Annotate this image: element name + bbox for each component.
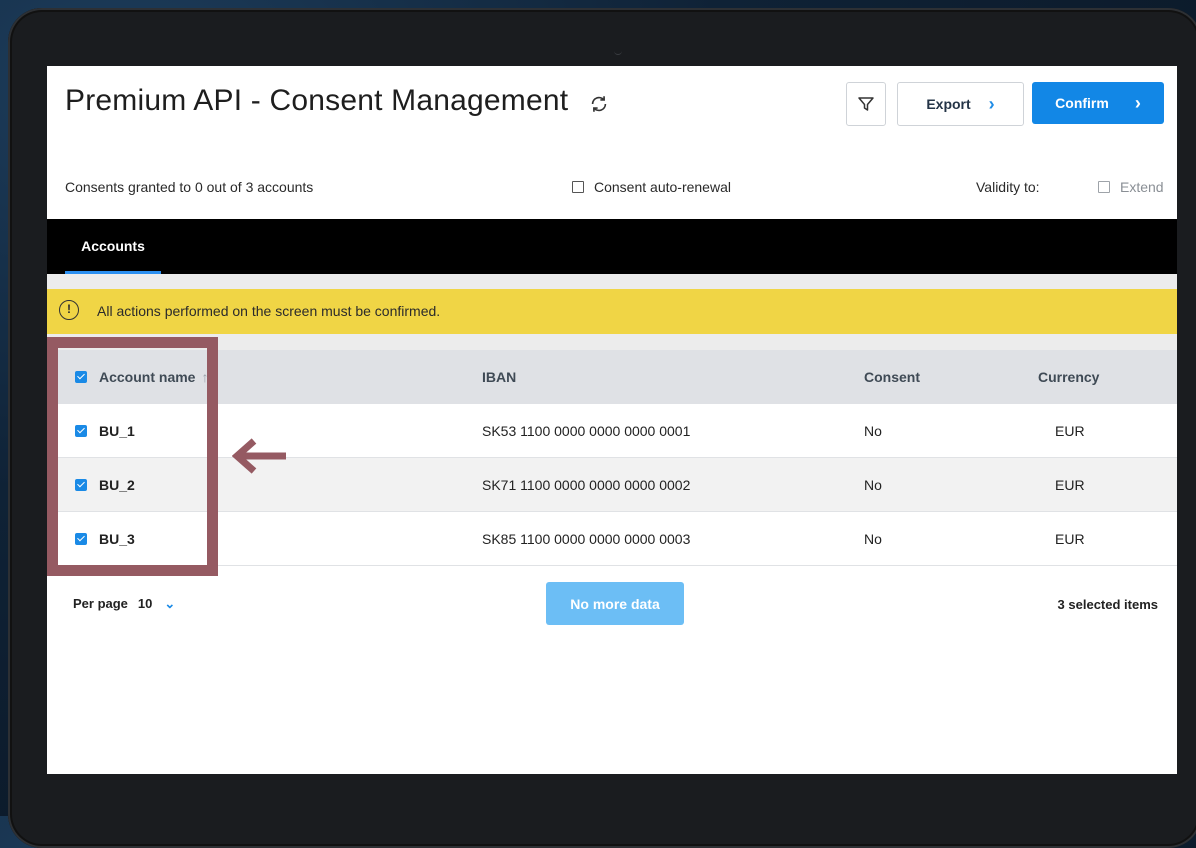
chevron-right-icon: › <box>1134 92 1141 113</box>
filter-button[interactable] <box>846 82 886 126</box>
extend-label: Extend <box>1120 179 1164 195</box>
per-page-value: 10 <box>137 596 153 611</box>
iban-cell: SK71 1100 0000 0000 0000 0002 <box>482 476 691 493</box>
annotation-highlight-box <box>47 337 218 576</box>
per-page-selector[interactable]: Per page 10 ⌄ <box>73 596 175 612</box>
refresh-icon[interactable] <box>588 93 610 115</box>
divider <box>47 274 1177 289</box>
tab-bar: Accounts <box>47 219 1177 274</box>
notice-banner: ! All actions performed on the screen mu… <box>47 289 1177 334</box>
validity-label: Validity to: <box>976 179 1040 195</box>
checkbox-icon[interactable] <box>572 181 584 194</box>
per-page-label: Per page <box>73 596 128 611</box>
alert-icon: ! <box>59 300 79 320</box>
arrow-left-icon <box>232 438 286 474</box>
consent-cell: No <box>864 422 882 439</box>
iban-cell: SK85 1100 0000 0000 0000 0003 <box>482 530 691 547</box>
page-title: Premium API - Consent Management <box>65 84 569 117</box>
iban-cell: SK53 1100 0000 0000 0000 0001 <box>482 422 691 439</box>
currency-cell: EUR <box>1055 530 1085 547</box>
consents-summary: Consents granted to 0 out of 3 accounts <box>65 179 314 195</box>
column-header-consent[interactable]: Consent <box>864 350 920 404</box>
confirm-button[interactable]: Confirm › <box>1032 82 1164 124</box>
checkbox-icon[interactable] <box>1098 181 1110 194</box>
consent-cell: No <box>864 530 882 547</box>
auto-renewal-label: Consent auto-renewal <box>594 179 731 195</box>
auto-renewal-toggle[interactable]: Consent auto-renewal <box>572 179 731 195</box>
column-header-currency[interactable]: Currency <box>1038 350 1099 404</box>
consent-cell: No <box>864 476 882 493</box>
table-footer: Per page 10 ⌄ No more data 3 selected item… <box>47 582 1177 627</box>
selected-count: 3 selected items <box>1057 597 1158 612</box>
export-label: Export <box>926 96 971 112</box>
currency-cell: EUR <box>1055 476 1085 493</box>
no-more-data-button[interactable]: No more data <box>546 582 684 625</box>
chevron-right-icon: › <box>988 93 995 114</box>
confirm-label: Confirm <box>1055 95 1109 111</box>
camera-icon <box>614 48 622 55</box>
notice-text: All actions performed on the screen must… <box>97 303 441 319</box>
column-header-iban[interactable]: IBAN <box>482 350 516 404</box>
chevron-down-icon[interactable]: ⌄ <box>164 596 175 611</box>
export-button[interactable]: Export › <box>897 82 1024 126</box>
filter-icon <box>858 97 874 111</box>
tab-accounts[interactable]: Accounts <box>65 219 161 274</box>
extend-toggle[interactable]: Extend <box>1098 179 1164 195</box>
currency-cell: EUR <box>1055 422 1085 439</box>
